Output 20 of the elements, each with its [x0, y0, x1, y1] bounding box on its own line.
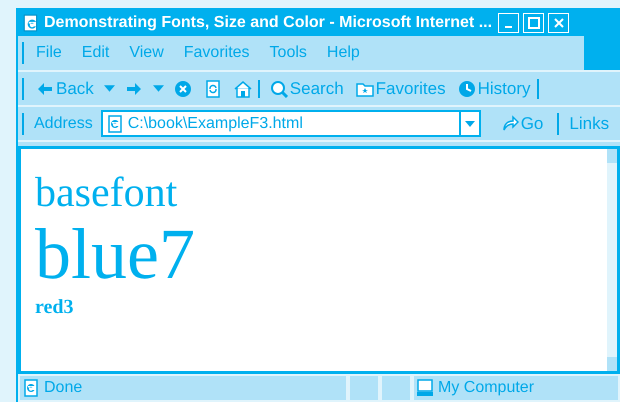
back-button[interactable]: Back	[34, 78, 96, 98]
menu-item[interactable]: Tools	[260, 44, 317, 62]
address-label: Address	[34, 114, 93, 132]
menu-item[interactable]: Help	[316, 44, 370, 62]
links-button[interactable]: Links	[569, 114, 610, 134]
page-text: basefont	[35, 171, 178, 216]
search-button[interactable]: Search	[268, 78, 346, 98]
menu-item[interactable]: View	[119, 44, 174, 62]
menu-item[interactable]: File	[26, 44, 72, 62]
address-field[interactable]: C:\book\ExampleF3.html	[100, 110, 481, 137]
menu-item[interactable]: Favorites	[174, 44, 260, 62]
window-title: Demonstrating Fonts, Size and Color - Microsoft Internet ...	[44, 14, 492, 32]
zone-text: My Computer	[438, 379, 534, 397]
favorites-button[interactable]: Favorites	[354, 78, 448, 98]
go-button[interactable]: Go	[498, 114, 546, 134]
page-text: blue7	[35, 217, 196, 293]
status-text: Done	[44, 379, 82, 397]
menu-item[interactable]: Edit	[72, 44, 120, 62]
page-text: red3	[35, 296, 75, 318]
history-button[interactable]: History	[456, 78, 538, 98]
